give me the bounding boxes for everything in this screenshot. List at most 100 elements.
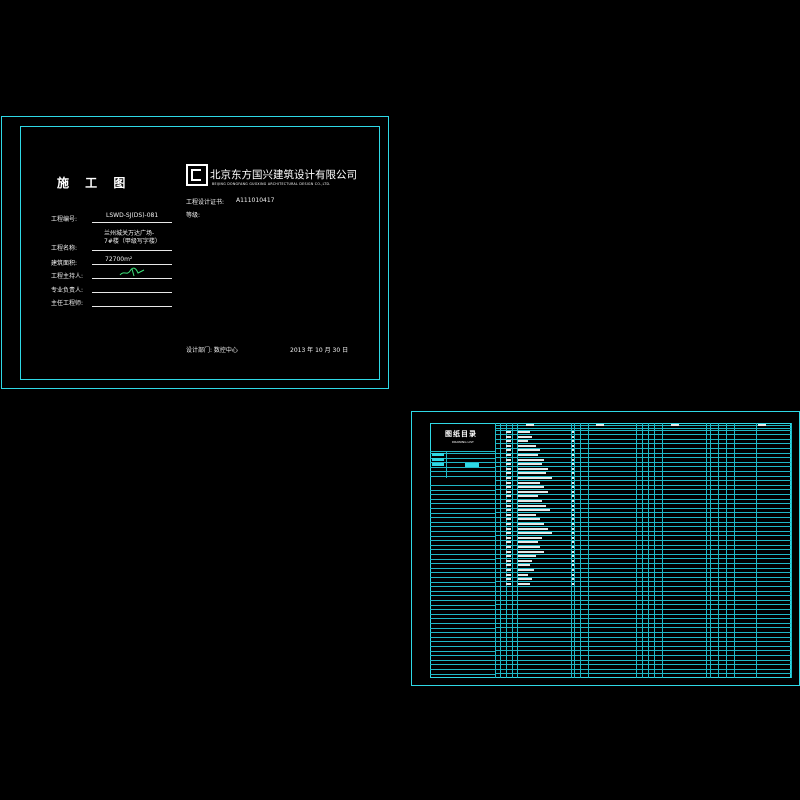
drawing-number-mark (506, 513, 511, 516)
table-col-rule (574, 423, 575, 678)
drawing-number-mark (506, 559, 511, 562)
drawing-name-mark (518, 532, 552, 535)
header-mark (758, 424, 766, 426)
drawing-name-mark (518, 490, 548, 493)
table-row-rule (496, 563, 791, 564)
drawing-name-mark (518, 578, 532, 581)
panel-rule (430, 567, 495, 569)
panel-rule (430, 590, 495, 592)
drawing-number-mark (506, 486, 511, 489)
panel-rule (430, 485, 495, 486)
panel-rule (430, 655, 495, 657)
drawing-size-mark (572, 463, 574, 466)
panel-rule (430, 489, 495, 491)
field-label-project-leader: 工程主持人: (51, 273, 84, 280)
panel-rule (430, 554, 495, 555)
panel-rule (430, 475, 495, 477)
table-col-rule (662, 423, 663, 678)
drawing-name-mark (518, 513, 536, 516)
drawing-name-mark (518, 449, 540, 452)
drawing-number-mark (506, 532, 511, 535)
panel-rule (430, 544, 495, 546)
drawing-number-mark (506, 523, 511, 525)
drawing-name-mark (518, 546, 540, 548)
drawing-name-mark (518, 431, 530, 433)
drawing-number-mark (506, 546, 511, 548)
panel-rule (430, 659, 495, 661)
table-row-rule (496, 586, 791, 587)
drawing-number-mark (506, 463, 511, 466)
drawing-name-mark (518, 527, 548, 530)
drawing-size-mark (572, 541, 574, 544)
table-row-rule (496, 659, 791, 661)
field-label-discipline-leader: 专业负责人: (51, 287, 84, 294)
drawing-size-mark (572, 513, 574, 516)
table-row-rule (496, 425, 791, 426)
drawing-number-mark (506, 555, 511, 558)
drawing-size-mark (572, 449, 574, 452)
drawing-name-mark (518, 458, 544, 461)
drawing-number-mark (506, 467, 511, 470)
drawing-size-mark (572, 458, 574, 461)
table-row-rule (496, 576, 791, 578)
table-row-rule (496, 673, 791, 675)
panel-rule (430, 664, 495, 666)
panel-rule (430, 636, 495, 638)
panel-rule (430, 535, 495, 537)
drawing-number-mark (506, 578, 511, 581)
table-col-rule (512, 423, 513, 678)
table-row-rule (496, 540, 791, 541)
panel-rule (430, 604, 495, 606)
drawing-name-mark (518, 481, 540, 484)
drawing-name-mark (518, 504, 546, 507)
table-row-rule (496, 567, 791, 569)
table-col-rule (710, 423, 711, 678)
drawing-name-mark (518, 564, 530, 567)
cover-title: 施 工 图 (57, 176, 132, 190)
grade-label: 等级: (186, 212, 201, 219)
drawing-number-mark (506, 518, 511, 521)
highlight-cell (432, 463, 444, 466)
drawing-size-mark (572, 509, 574, 512)
panel-rule (430, 577, 495, 578)
table-row-rule (496, 553, 791, 555)
table-row-rule (496, 599, 791, 601)
table-row-rule (496, 480, 791, 482)
panel-rule (430, 526, 495, 528)
drawing-size-mark (572, 532, 574, 535)
underline (92, 306, 172, 307)
drawing-size-mark (572, 559, 574, 562)
drawing-size-mark (572, 490, 574, 493)
table-row-rule (496, 429, 791, 431)
panel-rule (430, 646, 495, 647)
drawing-number-mark (506, 500, 511, 502)
drawing-number-mark (506, 490, 511, 493)
table-row-rule (496, 558, 791, 560)
table-row-rule (496, 517, 791, 518)
highlight-cell (432, 458, 444, 461)
panel-rule (430, 563, 495, 565)
underline (92, 292, 172, 293)
drawing-size-mark (572, 582, 574, 585)
table-row-rule (496, 544, 791, 546)
drawing-number-mark (506, 477, 511, 479)
panel-rule (430, 673, 495, 675)
drawing-number-mark (506, 440, 511, 443)
drawing-number-mark (506, 569, 511, 571)
design-department: 设计部门: 数控中心 (186, 347, 238, 354)
panel-rule (430, 517, 495, 519)
company-name-english: BEIJING DONGFANG GUOXING ARCHITECTURAL D… (212, 182, 331, 186)
design-date: 2013 年 10 月 30 日 (290, 347, 349, 354)
panel-rule (430, 466, 495, 468)
table-row-rule (496, 438, 791, 440)
drawing-number-mark (506, 582, 511, 585)
table-row-rule (496, 618, 791, 620)
panel-rule (430, 595, 495, 597)
drawing-name-mark (518, 467, 548, 470)
table-row-rule (496, 512, 791, 514)
drawing-number-mark (506, 449, 511, 452)
field-value-area: 72700m² (105, 256, 133, 263)
panel-rule (430, 581, 495, 583)
certificate-label: 工程设计证书: (186, 199, 225, 206)
drawing-size-mark (572, 500, 574, 502)
